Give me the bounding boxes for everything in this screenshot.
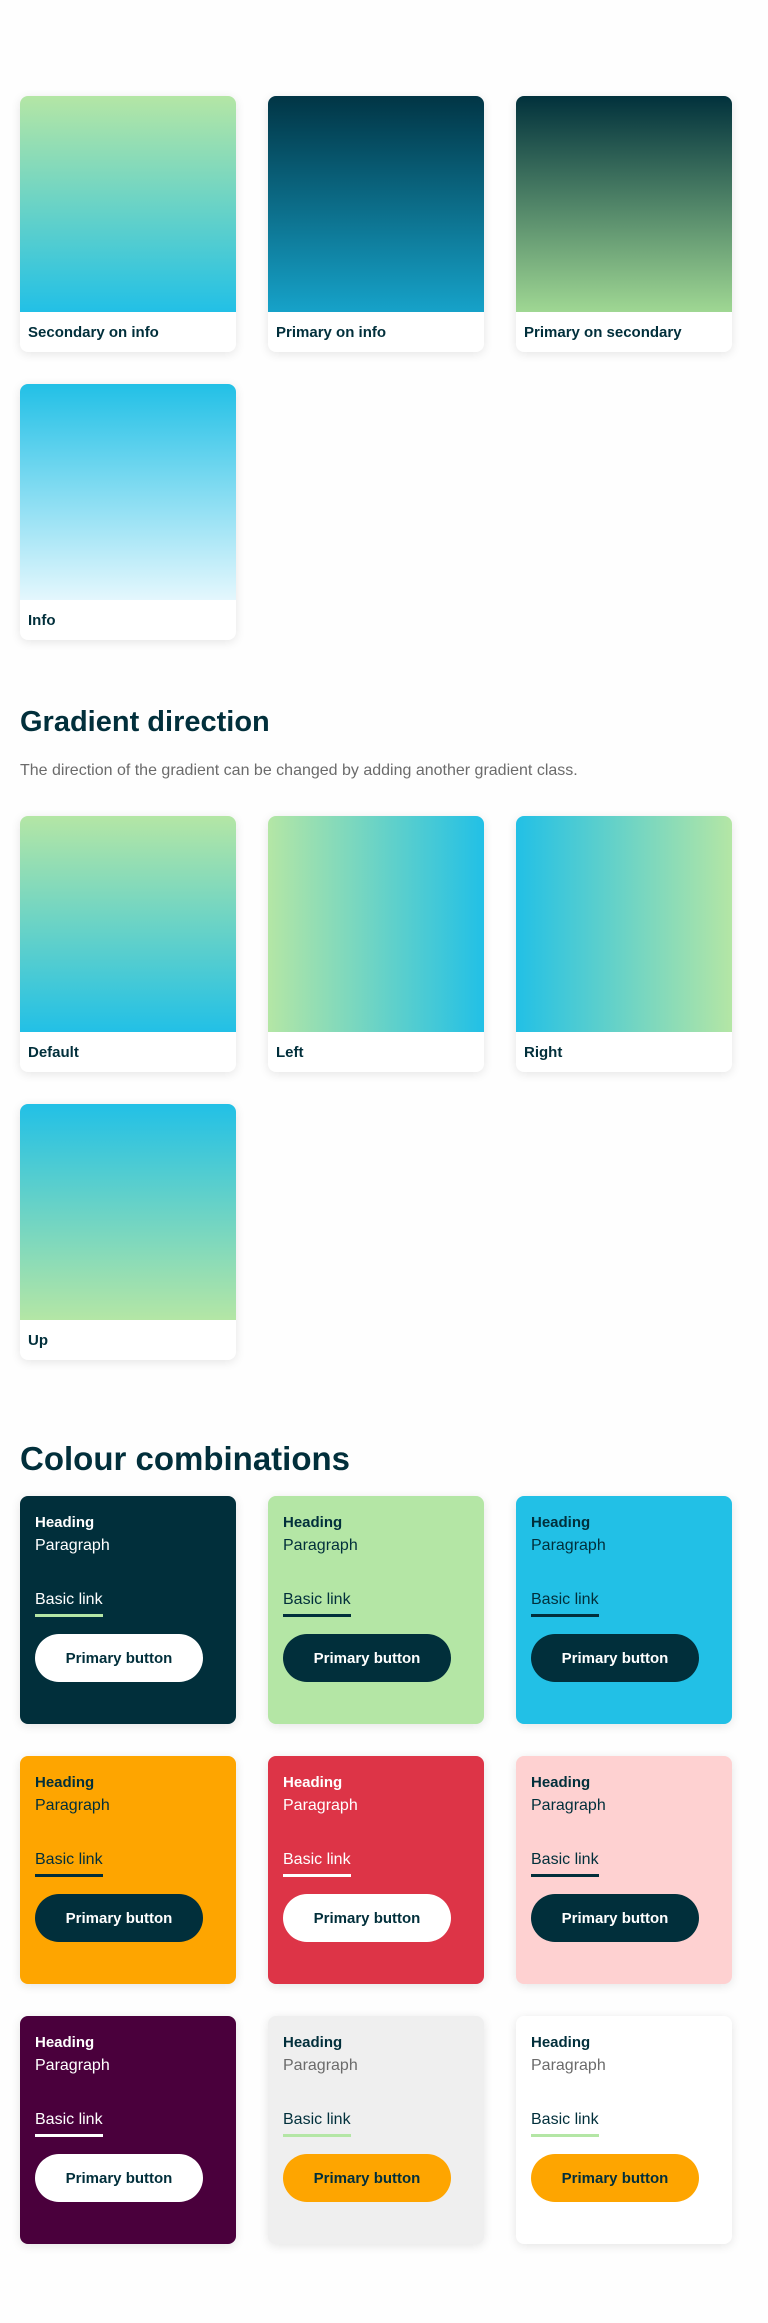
gradient-swatch	[268, 816, 484, 1032]
gradient-swatch	[268, 96, 484, 312]
primary-button[interactable]: Primary button	[283, 1894, 451, 1942]
combo-card-dark: Heading Paragraph Basic link Primary but…	[20, 1496, 236, 1724]
gradient-swatch-label: Secondary on info	[28, 323, 159, 341]
card-heading: Heading	[531, 2034, 591, 2051]
primary-button[interactable]: Primary button	[531, 1894, 699, 1942]
primary-button[interactable]: Primary button	[531, 1634, 699, 1682]
card-heading: Heading	[35, 1514, 95, 1531]
combo-card-white: Heading Paragraph Basic link Primary but…	[516, 2016, 732, 2244]
card-paragraph: Paragraph	[35, 1537, 110, 1554]
combo-card-red: Heading Paragraph Basic link Primary but…	[268, 1756, 484, 1984]
card-paragraph: Paragraph	[283, 2057, 358, 2074]
gradient-swatch-card: Info	[20, 384, 236, 640]
card-paragraph: Paragraph	[283, 1797, 358, 1814]
primary-button[interactable]: Primary button	[283, 1634, 451, 1682]
gradient-swatch-card: Primary on info	[268, 96, 484, 352]
gradient-swatch	[20, 384, 236, 600]
gradient-swatch	[20, 96, 236, 312]
basic-link[interactable]: Basic link	[35, 1851, 103, 1877]
basic-link[interactable]: Basic link	[531, 2111, 599, 2137]
direction-swatch-card: Default	[20, 816, 236, 1072]
gradient-swatch	[516, 96, 732, 312]
card-heading: Heading	[283, 1514, 343, 1531]
basic-link[interactable]: Basic link	[531, 1851, 599, 1877]
combo-card-green: Heading Paragraph Basic link Primary but…	[268, 1496, 484, 1724]
card-heading: Heading	[531, 1514, 591, 1531]
primary-button[interactable]: Primary button	[283, 2154, 451, 2202]
primary-button[interactable]: Primary button	[35, 1634, 203, 1682]
card-paragraph: Paragraph	[35, 2057, 110, 2074]
direction-swatch-card: Right	[516, 816, 732, 1072]
card-paragraph: Paragraph	[531, 2057, 606, 2074]
combo-card-grey: Heading Paragraph Basic link Primary but…	[268, 2016, 484, 2244]
primary-button[interactable]: Primary button	[35, 2154, 203, 2202]
card-heading: Heading	[283, 2034, 343, 2051]
primary-button[interactable]: Primary button	[35, 1894, 203, 1942]
basic-link[interactable]: Basic link	[35, 2111, 103, 2137]
gradient-swatch-label: Primary on secondary	[524, 323, 682, 341]
colour-combinations-title: Colour combinations	[20, 1440, 350, 1477]
gradient-swatch-card: Primary on secondary	[516, 96, 732, 352]
gradient-swatch	[516, 816, 732, 1032]
card-heading: Heading	[35, 1774, 95, 1791]
gradient-swatch-card: Secondary on info	[20, 96, 236, 352]
basic-link[interactable]: Basic link	[531, 1591, 599, 1617]
combo-card-orange: Heading Paragraph Basic link Primary but…	[20, 1756, 236, 1984]
combo-card-pink: Heading Paragraph Basic link Primary but…	[516, 1756, 732, 1984]
gradient-swatch	[20, 816, 236, 1032]
combo-card-blue: Heading Paragraph Basic link Primary but…	[516, 1496, 732, 1724]
primary-button[interactable]: Primary button	[531, 2154, 699, 2202]
basic-link[interactable]: Basic link	[283, 1591, 351, 1617]
direction-swatch-label: Up	[28, 1331, 48, 1349]
card-paragraph: Paragraph	[531, 1797, 606, 1814]
gradient-swatch-grid: Secondary on info Primary on info Primar…	[20, 96, 732, 640]
basic-link[interactable]: Basic link	[283, 1851, 351, 1877]
direction-swatch-label: Left	[276, 1043, 304, 1061]
card-heading: Heading	[283, 1774, 343, 1791]
card-heading: Heading	[531, 1774, 591, 1791]
gradient-swatch-label: Primary on info	[276, 323, 387, 341]
card-heading: Heading	[35, 2034, 95, 2051]
gradient-direction-title: Gradient direction	[20, 706, 270, 738]
basic-link[interactable]: Basic link	[283, 2111, 351, 2137]
direction-swatch-card: Left	[268, 816, 484, 1072]
direction-swatch-grid: Default Left Right Up	[20, 816, 732, 1360]
colour-combinations-grid: Heading Paragraph Basic link Primary but…	[20, 1496, 732, 2244]
gradient-direction-description: The direction of the gradient can be cha…	[20, 762, 578, 779]
card-paragraph: Paragraph	[35, 1797, 110, 1814]
gradient-swatch	[20, 1104, 236, 1320]
card-paragraph: Paragraph	[531, 1537, 606, 1554]
combo-card-purple: Heading Paragraph Basic link Primary but…	[20, 2016, 236, 2244]
card-paragraph: Paragraph	[283, 1537, 358, 1554]
direction-swatch-label: Default	[28, 1043, 79, 1061]
gradient-swatch-label: Info	[28, 611, 56, 629]
direction-swatch-card: Up	[20, 1104, 236, 1360]
direction-swatch-label: Right	[524, 1043, 563, 1061]
basic-link[interactable]: Basic link	[35, 1591, 103, 1617]
